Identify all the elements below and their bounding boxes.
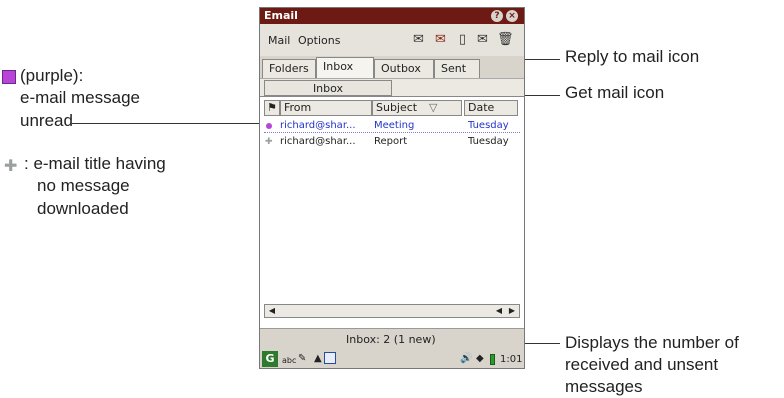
row-date: Tuesday [468,120,509,131]
table-row[interactable]: richard@shar... Meeting Tuesday [264,119,520,133]
input-mode-label[interactable]: abc [282,356,296,365]
unread-status-icon [266,123,272,129]
close-icon[interactable]: × [506,10,518,22]
annotation-reply: Reply to mail icon [565,47,700,66]
task-bar: G abc ✎ ▲ 🔊 ◆ 1:01 [260,350,524,368]
not-downloaded-icon: ✚ [265,137,273,147]
window-title: Email [264,9,298,22]
status-bar: Inbox: 2 (1 new) [260,328,524,350]
table-row[interactable]: ✚ richard@shar... Report Tuesday [264,135,520,149]
new-mail-icon[interactable]: ▯ [455,32,470,48]
menu-bar: Mail Options ✉ ✉ ▯ ✉ 🗑 [260,24,524,56]
annotation-get: Get mail icon [565,83,665,102]
annotation-no-download-line1: : e-mail title having [24,154,166,173]
annotation-unread-line3: unread [20,111,73,130]
scroll-right-icon[interactable]: ▶ [506,305,518,317]
scroll-left-icon[interactable]: ◀ [266,305,278,317]
tab-bar: Folders Inbox Outbox Sent [260,56,524,79]
purple-status-icon [2,70,16,84]
annotation-unread-line2: e-mail message [20,88,140,107]
annotation-unread-line1: (purple): [20,66,84,85]
delete-icon[interactable]: 🗑 [497,32,514,48]
help-icon[interactable]: ? [491,10,503,22]
column-header-flag[interactable]: ⚑ [264,100,280,116]
send-mail-icon[interactable]: ✉ [411,32,426,48]
tab-sent[interactable]: Sent [434,59,480,78]
row-subject: Report [374,136,408,147]
row-from: richard@shar... [280,136,356,147]
menu-options[interactable]: Options [298,34,340,47]
grey-status-icon: ✚ [4,158,18,175]
network-icon[interactable]: ◆ [476,353,484,364]
column-header-date[interactable]: Date [464,100,518,116]
scroll-left-end-icon[interactable]: ◀ [493,305,505,317]
column-header-subject[interactable]: Subject ▽ [372,100,462,116]
message-count-status: Inbox: 2 (1 new) [346,333,436,346]
reply-mail-icon[interactable]: ✉ [475,32,490,48]
get-mail-icon[interactable]: ✉ [433,32,448,48]
sort-descending-icon: ▽ [429,101,438,114]
tab-inbox[interactable]: Inbox [316,57,374,79]
annotation-count-line2: received and unsent [565,355,719,374]
annotation-count-line3: messages [565,377,643,396]
folder-row: Inbox [260,78,524,96]
title-bar: Email ? × [260,8,524,24]
folder-selector[interactable]: Inbox [264,80,392,96]
annotation-no-download-line2: no message [37,176,130,195]
column-header-subject-label: Subject [376,101,418,114]
tab-outbox[interactable]: Outbox [374,59,434,78]
volume-icon[interactable]: 🔊 [460,353,472,364]
horizontal-scrollbar[interactable]: ◀ ◀ ▶ [264,304,520,318]
pen-icon[interactable]: ✎ [298,353,306,364]
clock: 1:01 [500,354,523,365]
keyboard-up-icon[interactable]: ▲ [314,353,322,364]
message-list: ⚑ From Subject ▽ Date richard@shar... Me… [260,96,524,328]
window-icon[interactable] [324,352,336,364]
row-date: Tuesday [468,136,509,147]
annotation-count-line1: Displays the number of [565,333,739,352]
row-subject: Meeting [374,120,415,131]
leader-unread [72,123,260,124]
email-app-window: Email ? × Mail Options ✉ ✉ ▯ ✉ 🗑 Folders… [259,7,525,369]
launcher-icon[interactable]: G [262,351,278,367]
menu-mail[interactable]: Mail [268,34,290,47]
battery-icon [490,354,495,365]
annotation-no-download-line3: downloaded [37,199,129,218]
tab-folders[interactable]: Folders [262,59,316,78]
row-from: richard@shar... [280,120,356,131]
column-header-from[interactable]: From [280,100,372,116]
